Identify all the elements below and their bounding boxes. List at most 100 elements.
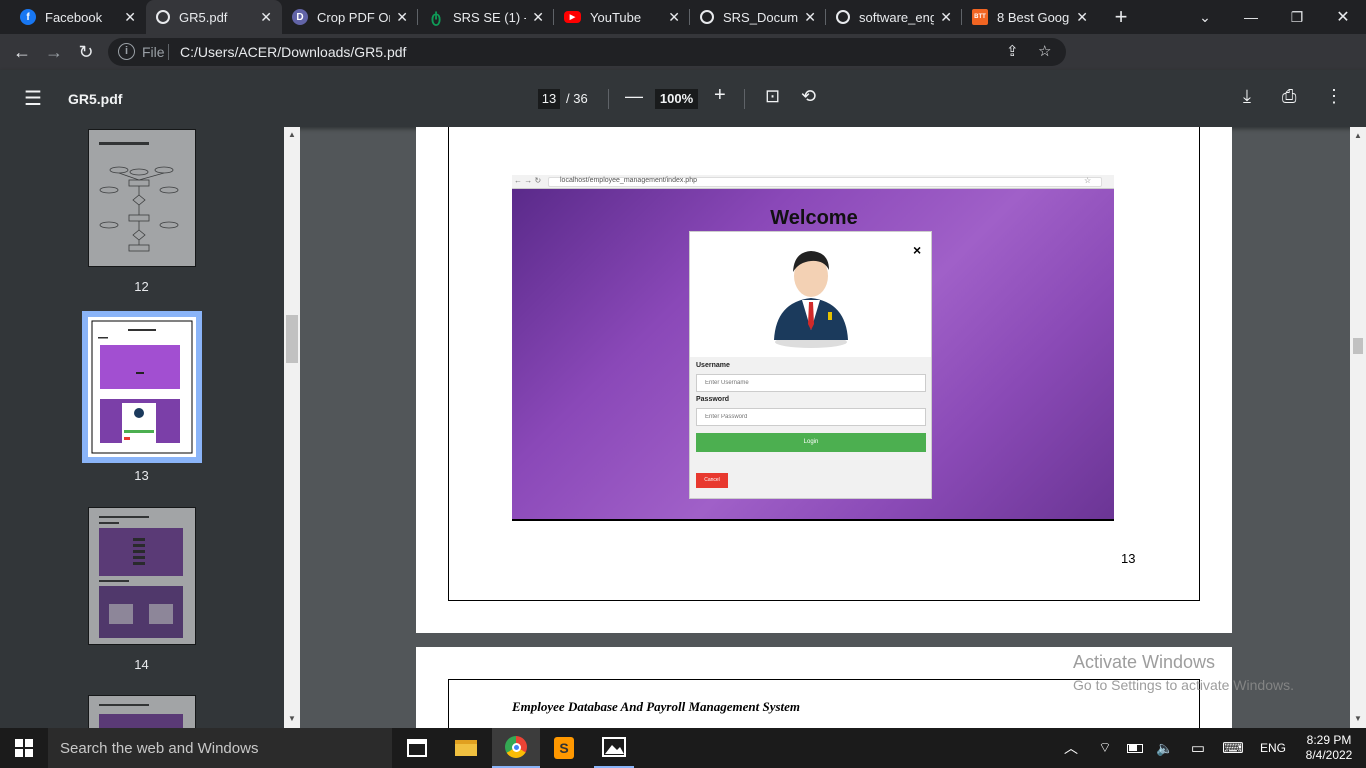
chrome-icon[interactable] — [492, 728, 540, 768]
zoom-out-icon[interactable]: — — [625, 86, 643, 107]
tab-youtube[interactable]: ▶ YouTube ✕ — [554, 0, 690, 34]
minimize-button[interactable]: — — [1228, 0, 1274, 34]
login-button[interactable]: Login — [696, 433, 926, 452]
tab-crop-pdf[interactable]: D Crop PDF Onl ✕ — [282, 0, 418, 34]
close-tab-icon[interactable]: ✕ — [668, 9, 680, 26]
zoom-input[interactable]: 100% — [655, 89, 698, 109]
tab-best-google[interactable]: BTT 8 Best Google ✕ — [962, 0, 1098, 34]
er-diagram-thumbnail — [89, 130, 195, 266]
tab-srs-se[interactable]: ტ SRS SE (1) - C ✕ — [418, 0, 554, 34]
tab-gr5-pdf[interactable]: GR5.pdf ✕ — [146, 0, 282, 34]
volume-icon[interactable]: 🔈 — [1154, 728, 1176, 768]
thumbnail-page-12[interactable] — [88, 129, 196, 267]
new-tab-button[interactable]: + — [1098, 0, 1144, 34]
document-scrollbar[interactable]: ▲ ▼ — [1350, 127, 1366, 728]
windows-logo-icon — [15, 739, 33, 757]
close-tab-icon[interactable]: ✕ — [260, 9, 272, 26]
clock[interactable]: 8:29 PM 8/4/2022 — [1296, 728, 1362, 768]
btt-logo-icon: BTT — [972, 9, 988, 25]
page-thumbnail — [89, 696, 195, 728]
cancel-button[interactable]: Cancel — [696, 473, 728, 488]
hamburger-menu-icon[interactable]: ☰ — [24, 86, 42, 111]
tab-title: SRS SE (1) - C — [453, 9, 526, 25]
store-app-icon[interactable] — [397, 728, 437, 768]
activate-windows-subtitle: Go to Settings to activate Windows. — [1073, 677, 1294, 693]
tab-software-eng[interactable]: software_eng ✕ — [826, 0, 962, 34]
back-button[interactable]: ← — [8, 38, 36, 66]
close-tab-icon[interactable]: ✕ — [396, 9, 408, 26]
pdf-page-13: ← → ↻ localhost/employee_management/inde… — [416, 127, 1232, 633]
start-button[interactable] — [0, 728, 48, 768]
password-label: Password — [696, 396, 730, 403]
rotate-icon[interactable]: ⟲ — [801, 86, 816, 107]
battery-icon[interactable] — [1124, 728, 1146, 768]
page-number: 13 — [1121, 551, 1136, 566]
forward-button[interactable]: → — [40, 38, 68, 66]
thumbnail-sidebar: 12 13 14 ▲ ▼ — [0, 127, 300, 728]
search-box[interactable]: Search the web and Windows — [48, 728, 392, 768]
file-explorer-icon[interactable] — [445, 728, 487, 768]
thumbnail-number: 14 — [134, 657, 149, 672]
divider — [744, 89, 745, 109]
wifi-icon[interactable]: ⌔ — [1094, 728, 1116, 768]
scroll-up-arrow[interactable]: ▲ — [1350, 131, 1366, 140]
tab-title: Facebook — [45, 9, 103, 25]
close-icon[interactable]: × — [913, 242, 921, 258]
globe-icon — [156, 10, 170, 24]
keyboard-icon[interactable]: ⌨ — [1220, 728, 1246, 768]
globe-icon — [836, 10, 850, 24]
close-tab-icon[interactable]: ✕ — [804, 9, 816, 26]
fit-page-icon[interactable]: ⊡ — [765, 86, 780, 107]
scroll-down-arrow[interactable]: ▼ — [1350, 714, 1366, 723]
page-header: Employee Database And Payroll Management… — [512, 699, 801, 714]
close-tab-icon[interactable]: ✕ — [1076, 9, 1088, 26]
pdf-toolbar: ☰ GR5.pdf 13 / 36 — 100% + ⊡ ⟲ ⤓ ⎙ ⋮ — [0, 70, 1366, 127]
tab-search-chevron-icon[interactable]: ⌄ — [1182, 0, 1228, 34]
scrollbar-thumb[interactable] — [286, 315, 298, 363]
thumbnail-number: 13 — [134, 468, 149, 483]
tab-facebook[interactable]: f Facebook ✕ — [10, 0, 146, 34]
page-number-input[interactable]: 13 — [538, 89, 560, 109]
tab-title: 8 Best Google — [997, 9, 1070, 25]
more-options-icon[interactable]: ⋮ — [1325, 86, 1343, 107]
zoom-in-icon[interactable]: + — [714, 84, 726, 107]
thumbnail-page-15[interactable] — [88, 695, 196, 728]
url-text[interactable]: C:/Users/ACER/Downloads/GR5.pdf — [180, 44, 406, 60]
divider — [608, 89, 609, 109]
username-input[interactable] — [696, 374, 926, 392]
facebook-icon: f — [20, 9, 36, 25]
tab-title: Crop PDF Onl — [317, 9, 390, 25]
notification-icon[interactable]: ▭ — [1187, 728, 1209, 768]
password-input[interactable] — [696, 408, 926, 426]
tab-title: SRS_Documen — [723, 9, 799, 25]
scroll-up-arrow[interactable]: ▲ — [284, 130, 300, 139]
sublime-text-icon[interactable]: S — [544, 728, 584, 768]
scroll-down-arrow[interactable]: ▼ — [284, 714, 300, 723]
language-indicator[interactable]: ENG — [1256, 728, 1290, 768]
share-icon[interactable]: ⇪ — [1006, 42, 1019, 60]
download-icon[interactable]: ⤓ — [1243, 86, 1251, 107]
close-tab-icon[interactable]: ✕ — [940, 9, 952, 26]
close-tab-icon[interactable]: ✕ — [124, 9, 136, 26]
divider — [168, 44, 169, 60]
thumbnail-page-14[interactable] — [88, 507, 196, 645]
user-avatar-icon — [774, 251, 848, 348]
reload-button[interactable]: ↻ — [72, 38, 100, 66]
username-label: Username — [696, 362, 730, 369]
close-window-button[interactable]: ✕ — [1320, 0, 1366, 34]
scrollbar-thumb[interactable] — [1353, 338, 1363, 354]
embedded-url: localhost/employee_management/index.php — [560, 177, 697, 184]
thumbnail-page-13[interactable] — [88, 317, 196, 457]
address-bar[interactable]: i File C:/Users/ACER/Downloads/GR5.pdf ⇪… — [108, 38, 1066, 66]
tab-srs-document[interactable]: SRS_Documen ✕ — [690, 0, 826, 34]
restore-button[interactable]: ❐ — [1274, 0, 1320, 34]
bookmark-star-icon[interactable]: ☆ — [1038, 42, 1051, 60]
close-tab-icon[interactable]: ✕ — [532, 9, 544, 26]
photos-app-icon[interactable] — [594, 728, 634, 768]
scheme-label: File — [142, 44, 165, 60]
show-hidden-icons-chevron-icon[interactable]: ︿ — [1060, 728, 1082, 768]
page-total: / 36 — [566, 91, 588, 106]
print-icon[interactable]: ⎙ — [1282, 86, 1296, 107]
sidebar-scrollbar[interactable]: ▲ ▼ — [284, 127, 300, 728]
info-icon[interactable]: i — [118, 43, 135, 60]
